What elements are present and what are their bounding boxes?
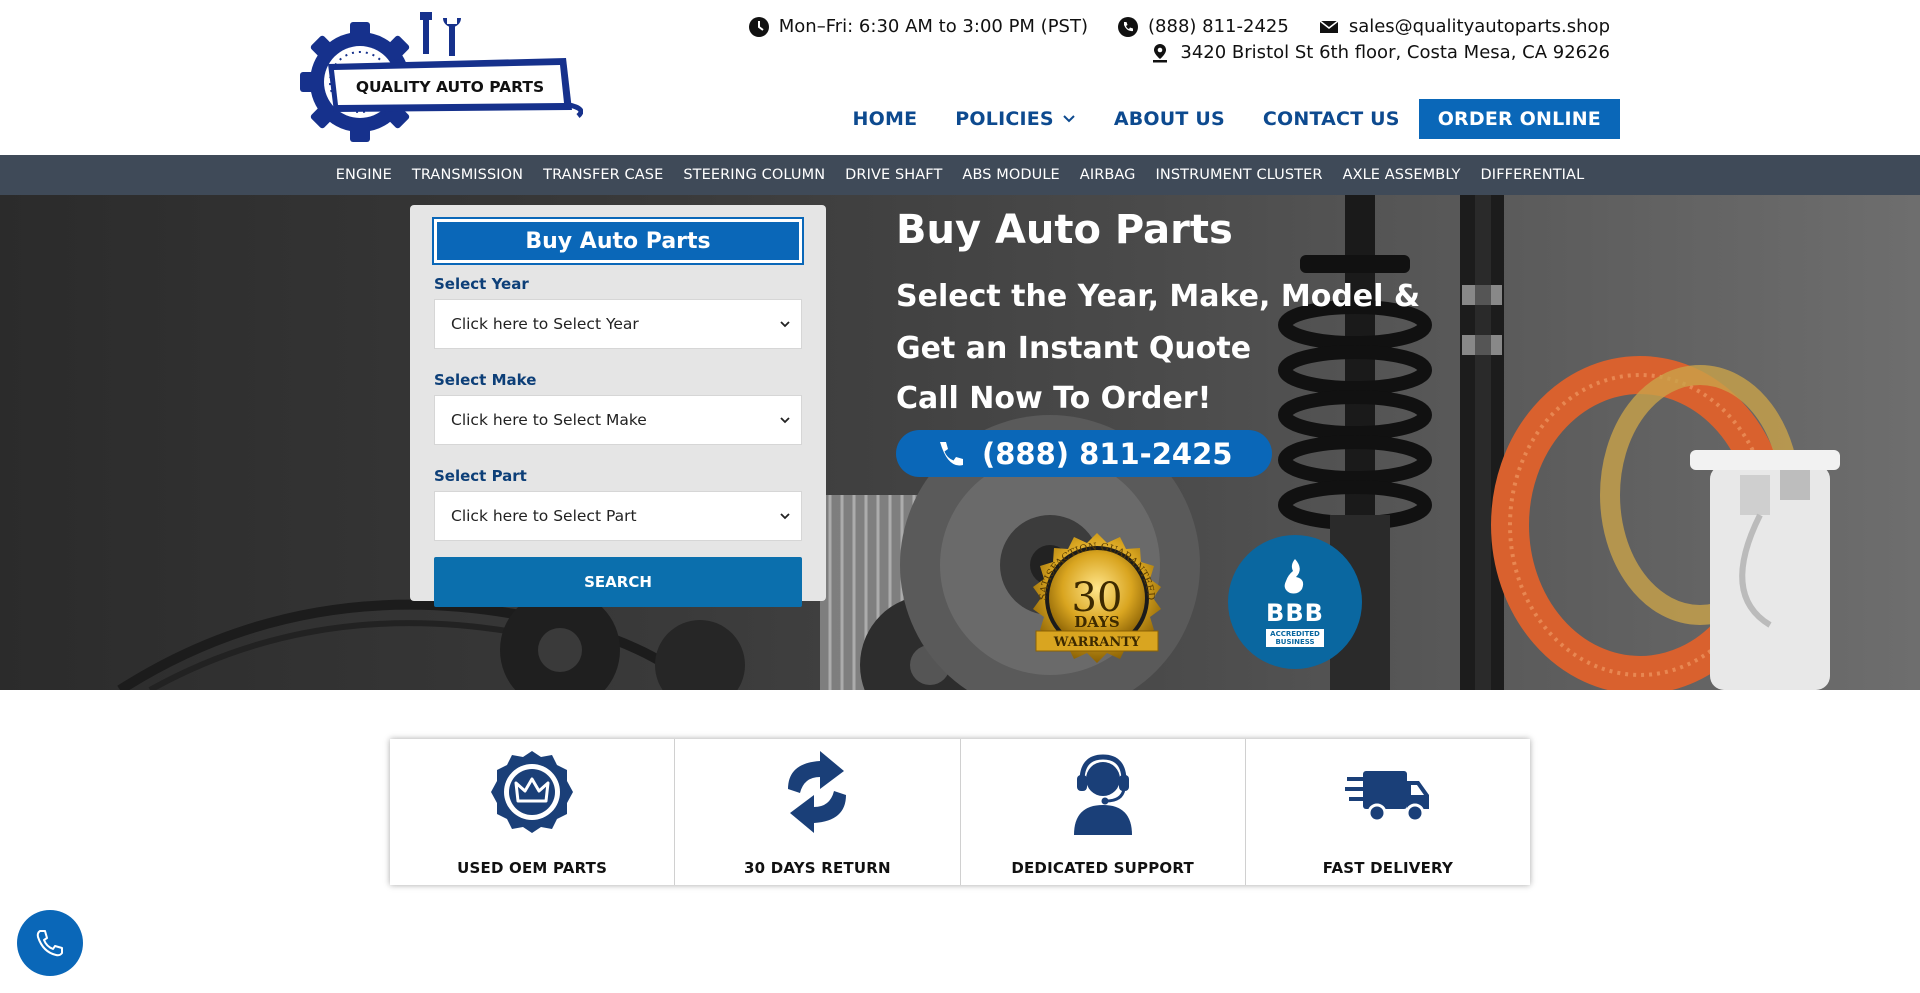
year-select-value: Click here to Select Year xyxy=(451,315,639,333)
category-differential[interactable]: DIFFERENTIAL xyxy=(1471,167,1595,183)
site-header: QUALITY AUTO PARTS Mon–Fri: 6:30 AM to 3… xyxy=(0,0,1920,155)
bbb-sub-line2: BUSINESS xyxy=(1275,638,1315,646)
crown-badge-icon xyxy=(491,751,574,833)
category-axle-assembly[interactable]: AXLE ASSEMBLY xyxy=(1333,167,1471,183)
hero-cta-text: Call Now To Order! xyxy=(896,381,1212,416)
nav-about[interactable]: ABOUT US xyxy=(1095,99,1244,139)
features-strip: USED OEM PARTS 30 DAYS RETURN DEDICATED … xyxy=(390,739,1530,885)
make-label: Select Make xyxy=(434,371,537,389)
nav-policies-label: POLICIES xyxy=(955,108,1054,130)
make-select-value: Click here to Select Make xyxy=(451,411,647,429)
header-email[interactable]: sales@qualityautoparts.shop xyxy=(1319,16,1610,37)
nav-policies[interactable]: POLICIES xyxy=(936,99,1095,139)
return-arrows-icon xyxy=(788,751,847,833)
phone-outline-icon xyxy=(36,930,63,957)
part-select-value: Click here to Select Part xyxy=(451,507,637,525)
category-airbag[interactable]: AIRBAG xyxy=(1070,167,1146,183)
part-select[interactable]: Click here to Select Part xyxy=(434,491,802,541)
warranty-seal-badge: SATISFACTION GUARANTEED 30 DAYS WARRANTY xyxy=(1033,533,1161,663)
feature-label: 30 DAYS RETURN xyxy=(744,859,891,877)
feature-fast-delivery: FAST DELIVERY xyxy=(1246,739,1530,885)
hero-banner: Buy Auto Parts Select Year Click here to… xyxy=(0,195,1920,690)
form-title: Buy Auto Parts xyxy=(432,217,804,265)
parts-search-form: Buy Auto Parts Select Year Click here to… xyxy=(410,205,826,607)
hero-title: Buy Auto Parts xyxy=(896,207,1233,253)
category-transfer-case[interactable]: TRANSFER CASE xyxy=(533,167,673,183)
nav-home[interactable]: HOME xyxy=(834,99,937,139)
nav-contact[interactable]: CONTACT US xyxy=(1244,99,1419,139)
header-phone-text[interactable]: (888) 811-2425 xyxy=(1148,16,1289,37)
nav-about-label: ABOUT US xyxy=(1113,108,1225,130)
feature-30-days-return: 30 DAYS RETURN xyxy=(675,739,961,885)
support-headset-icon xyxy=(1073,754,1132,835)
search-button[interactable]: SEARCH xyxy=(434,557,802,607)
hero-subtitle-line2: Get an Instant Quote xyxy=(896,331,1252,366)
business-hours: Mon–Fri: 6:30 AM to 3:00 PM (PST) xyxy=(748,16,1089,37)
chevron-down-icon xyxy=(780,513,790,520)
header-phone[interactable]: (888) 811-2425 xyxy=(1118,16,1289,37)
chevron-down-icon xyxy=(1063,115,1075,123)
warranty-label: WARRANTY xyxy=(1053,635,1141,650)
category-instrument-cluster[interactable]: INSTRUMENT CLUSTER xyxy=(1146,167,1333,183)
header-email-text[interactable]: sales@qualityautoparts.shop xyxy=(1349,16,1610,37)
year-select[interactable]: Click here to Select Year xyxy=(434,299,802,349)
feature-dedicated-support: DEDICATED SUPPORT xyxy=(961,739,1246,885)
logo-text: QUALITY AUTO PARTS xyxy=(356,78,544,96)
order-online-button[interactable]: ORDER ONLINE xyxy=(1418,99,1620,139)
category-transmission[interactable]: TRANSMISSION xyxy=(402,167,533,183)
feature-used-oem-parts: USED OEM PARTS xyxy=(390,739,676,885)
contact-info-bar: Mon–Fri: 6:30 AM to 3:00 PM (PST) (888) … xyxy=(710,16,1610,66)
main-navigation: HOME POLICIES ABOUT US CONTACT US ORDER … xyxy=(834,99,1620,139)
header-address: 3420 Bristol St 6th floor, Costa Mesa, C… xyxy=(1150,42,1610,63)
category-bar: ENGINE TRANSMISSION TRANSFER CASE STEERI… xyxy=(0,155,1920,195)
order-online-label: ORDER ONLINE xyxy=(1437,108,1601,130)
feature-label: DEDICATED SUPPORT xyxy=(1011,859,1194,877)
address-text: 3420 Bristol St 6th floor, Costa Mesa, C… xyxy=(1180,42,1610,63)
hours-text: Mon–Fri: 6:30 AM to 3:00 PM (PST) xyxy=(778,16,1089,37)
phone-icon xyxy=(940,441,963,466)
feature-label: USED OEM PARTS xyxy=(457,859,608,877)
nav-home-label: HOME xyxy=(852,108,918,130)
chevron-down-icon xyxy=(780,321,790,328)
phone-circle-icon xyxy=(1118,16,1139,37)
delivery-truck-icon xyxy=(1344,771,1429,823)
nav-contact-label: CONTACT US xyxy=(1262,108,1400,130)
category-abs-module[interactable]: ABS MODULE xyxy=(952,167,1069,183)
flame-torch-icon xyxy=(1284,559,1304,594)
hero-phone-text: (888) 811-2425 xyxy=(982,436,1233,471)
bbb-sub-line1: ACCREDITED xyxy=(1270,630,1320,638)
year-label: Select Year xyxy=(434,275,529,293)
location-pin-icon xyxy=(1153,43,1168,62)
hero-subtitle-line1: Select the Year, Make, Model & xyxy=(896,279,1421,314)
category-steering-column[interactable]: STEERING COLUMN xyxy=(673,167,835,183)
envelope-icon xyxy=(1319,19,1339,33)
chevron-down-icon xyxy=(780,417,790,424)
bbb-accredited-badge[interactable]: BBB ACCREDITED BUSINESS xyxy=(1228,535,1362,669)
make-select[interactable]: Click here to Select Make xyxy=(434,395,802,445)
clock-icon xyxy=(748,16,769,37)
feature-label: FAST DELIVERY xyxy=(1322,859,1454,877)
category-drive-shaft[interactable]: DRIVE SHAFT xyxy=(835,167,952,183)
warranty-days: DAYS xyxy=(1074,613,1119,631)
bbb-text: BBB xyxy=(1266,599,1324,627)
part-label: Select Part xyxy=(434,467,527,485)
floating-call-button[interactable] xyxy=(17,910,83,976)
company-logo[interactable]: QUALITY AUTO PARTS xyxy=(298,12,583,142)
category-engine[interactable]: ENGINE xyxy=(326,167,402,183)
hero-phone-button[interactable]: (888) 811-2425 xyxy=(896,430,1273,477)
bbb-subtext: ACCREDITED BUSINESS xyxy=(1266,629,1324,647)
hero-text-block: Buy Auto Parts Select the Year, Make, Mo… xyxy=(896,207,1420,477)
